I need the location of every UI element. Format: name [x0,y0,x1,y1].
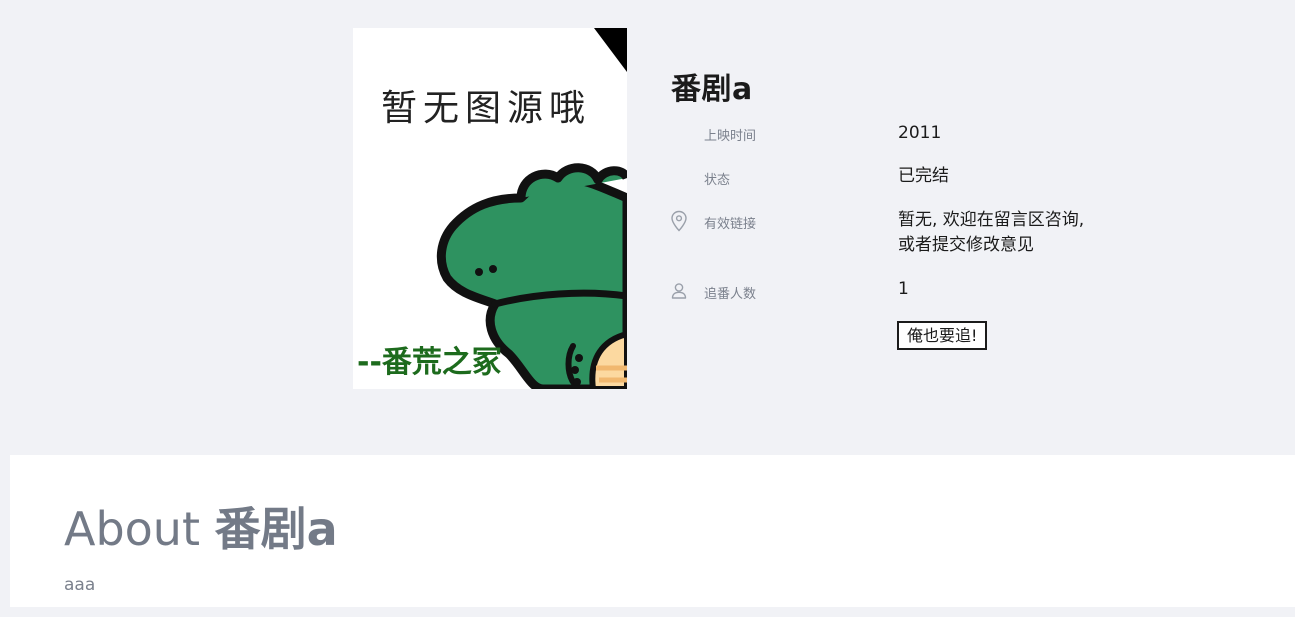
poster-top-text: 暂无图源哦 [381,88,591,129]
links-value-line1: 暂无, 欢迎在留言区咨询, [898,210,1085,230]
links-value-line2: 或者提交修改意见 [898,235,1034,255]
about-description: aaa [64,575,96,595]
status-value: 已完结 [898,166,949,186]
about-prefix: About [64,502,201,556]
show-poster: 暂无图源哦 --番荒之冢 [353,28,627,389]
status-label: 状态 [704,173,731,188]
followers-label: 追番人数 [704,287,757,302]
show-title: 番剧a [671,72,753,107]
followers-value: 1 [898,279,909,299]
release-value: 2011 [898,123,942,143]
poster-bottom-text: --番荒之冢 [357,345,502,380]
about-show-name: 番剧a [214,502,338,556]
about-section: About 番剧a aaa [10,455,1295,607]
links-label: 有效链接 [704,217,757,232]
location-pin-icon [670,210,688,232]
release-label: 上映时间 [704,129,757,144]
user-icon [670,282,688,302]
follow-button[interactable]: 俺也要追! [897,321,988,350]
about-heading: About 番剧a [64,493,338,559]
